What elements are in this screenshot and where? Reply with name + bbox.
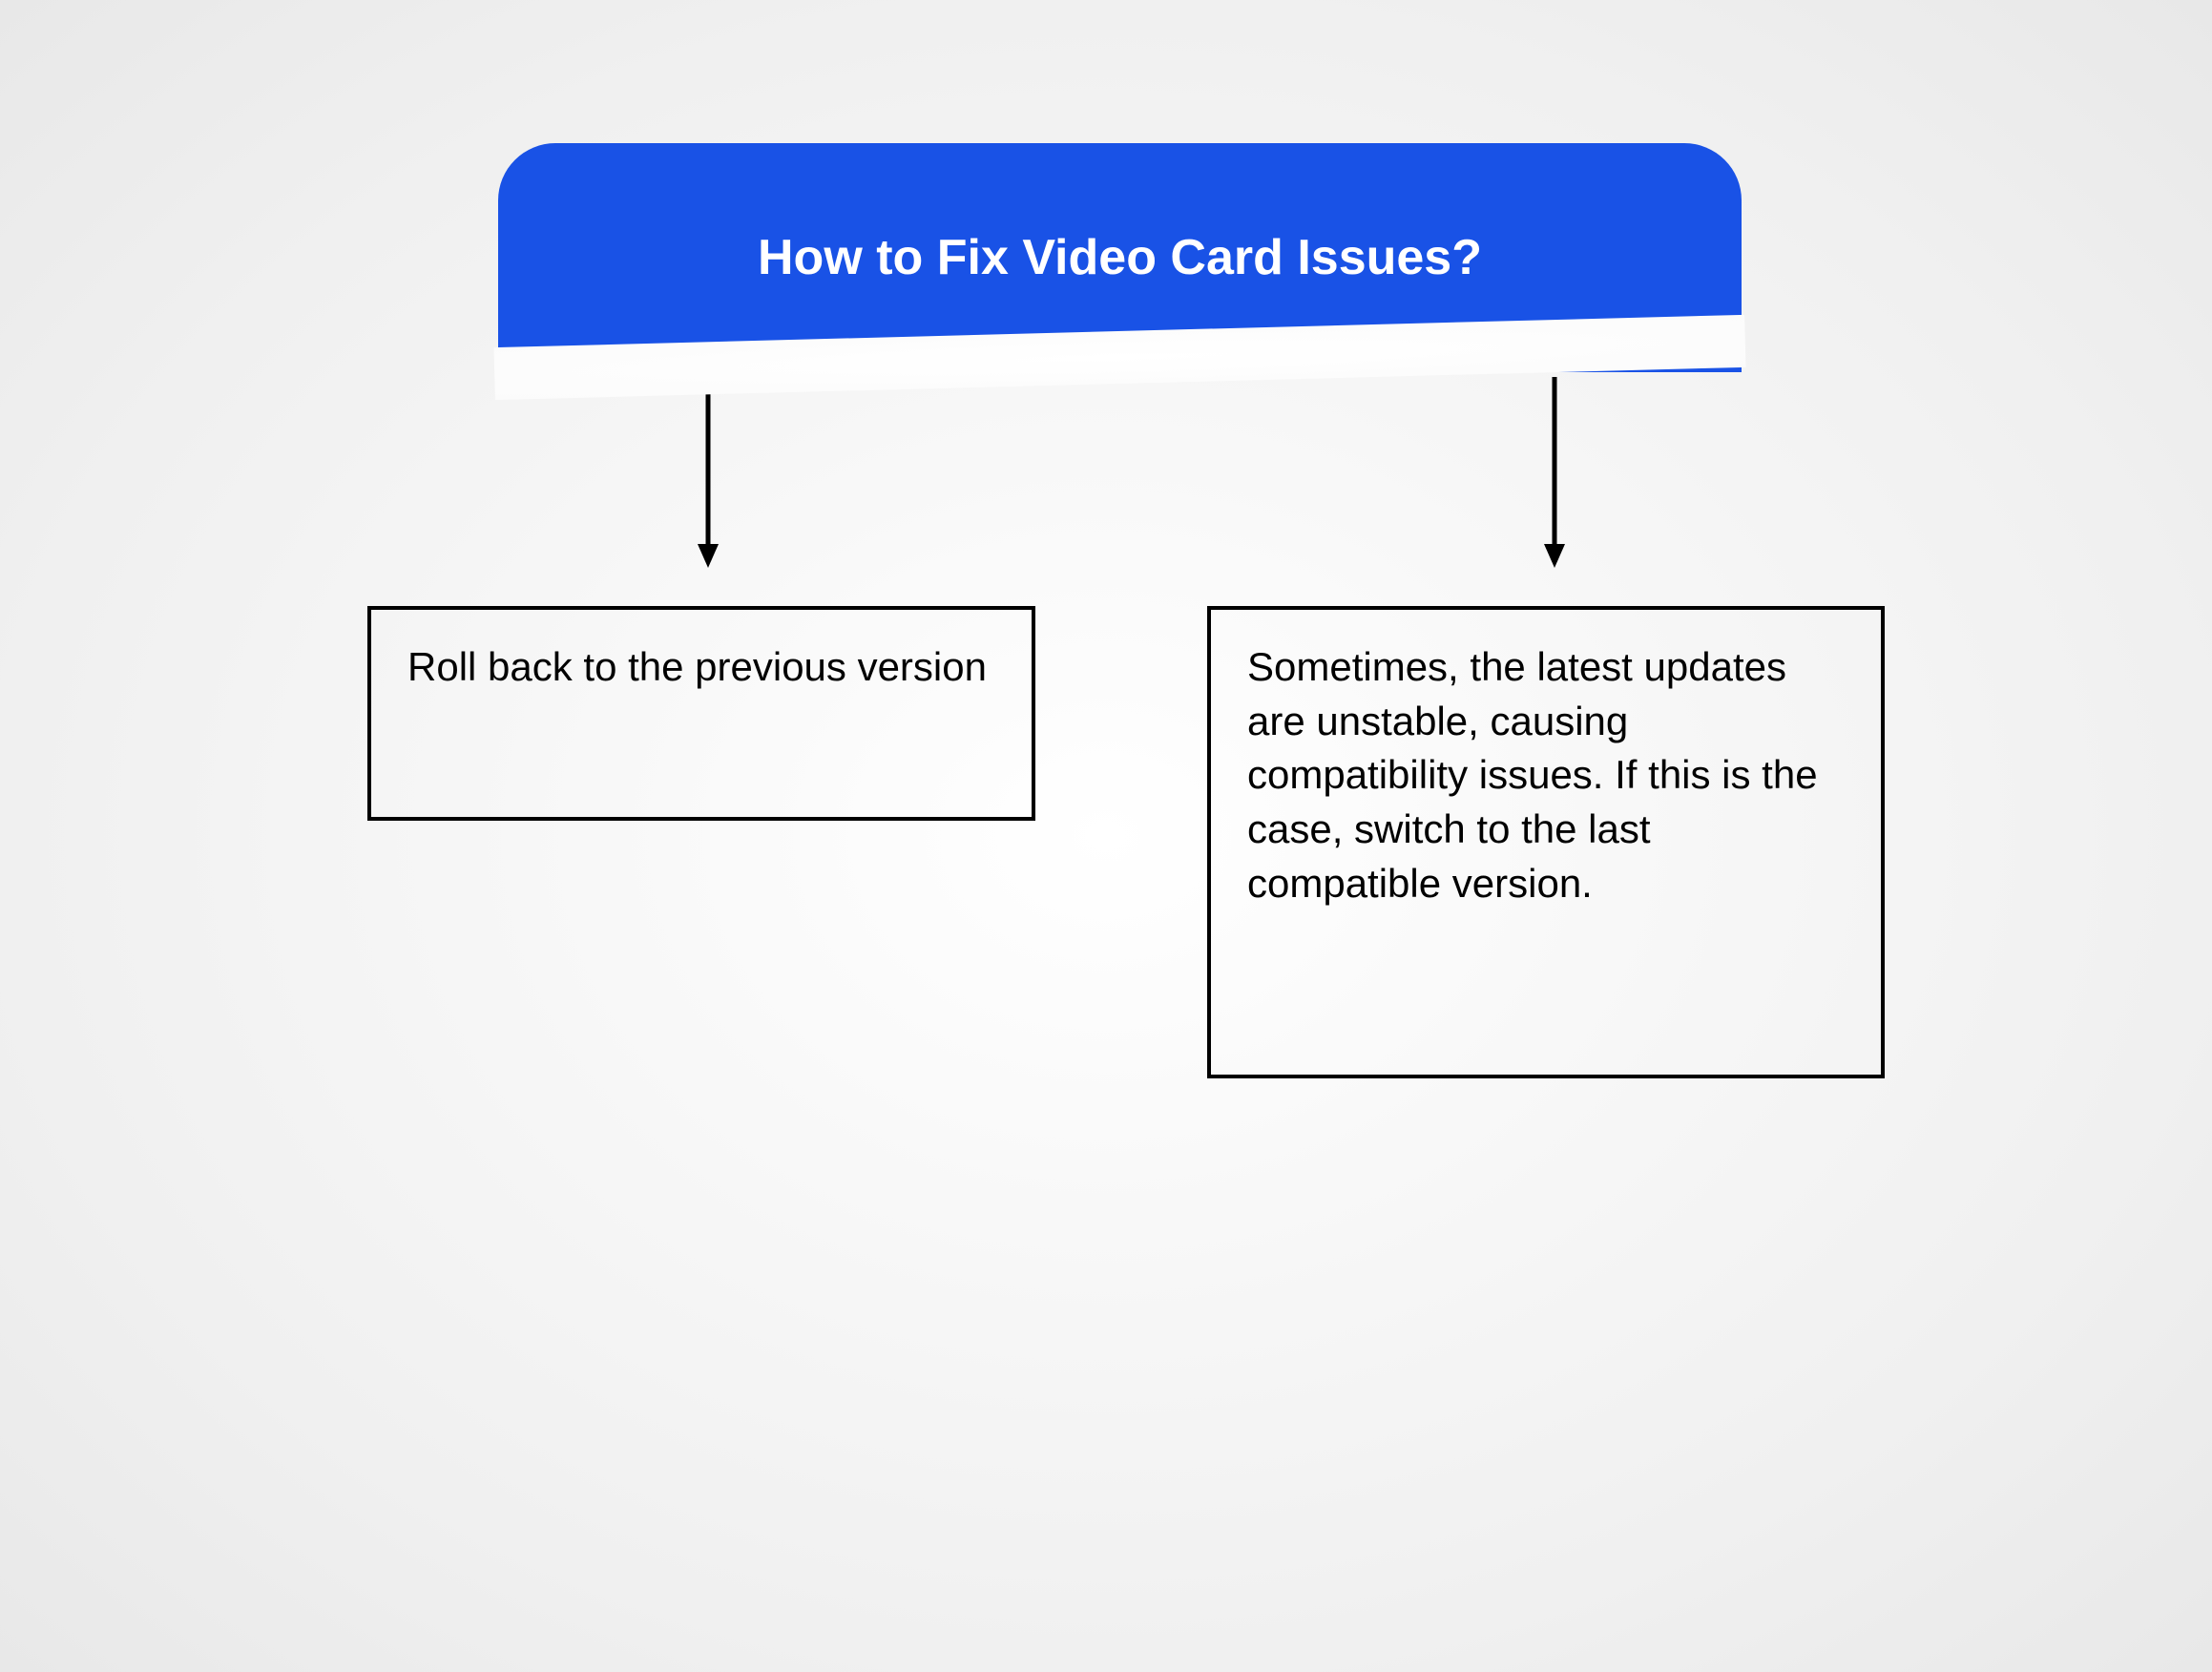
title-banner: How to Fix Video Card Issues? — [498, 143, 1742, 372]
step-text-rollback: Roll back to the previous version — [407, 644, 987, 689]
arrow-left — [694, 377, 722, 577]
step-box-rollback: Roll back to the previous version — [367, 606, 1035, 821]
diagram-canvas: How to Fix Video Card Issues? Roll back … — [0, 0, 2212, 1672]
step-text-explanation: Sometimes, the latest updates are unstab… — [1247, 644, 1818, 906]
step-box-explanation: Sometimes, the latest updates are unstab… — [1207, 606, 1885, 1078]
arrow-right — [1540, 377, 1569, 577]
diagram-title: How to Fix Video Card Issues? — [758, 229, 1482, 286]
